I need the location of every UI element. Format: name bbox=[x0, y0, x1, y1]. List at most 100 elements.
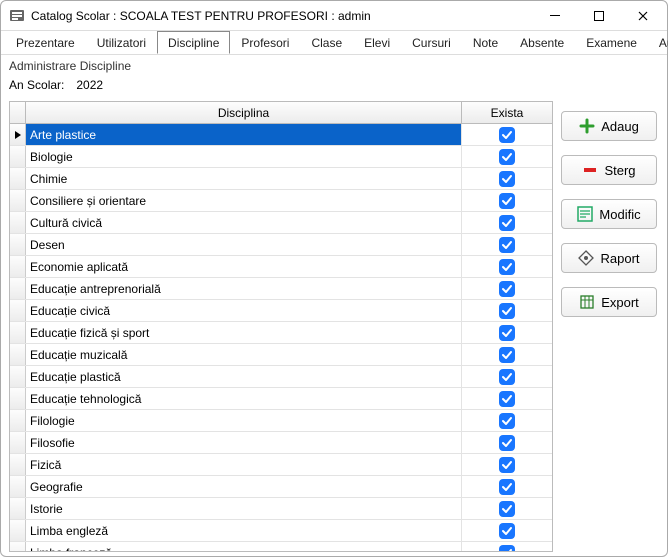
check-icon[interactable] bbox=[499, 413, 515, 429]
table-row[interactable]: Filosofie bbox=[10, 432, 552, 454]
export-label: Export bbox=[601, 295, 639, 310]
row-indicator bbox=[10, 124, 26, 145]
menu-item-absente[interactable]: Absente bbox=[509, 31, 575, 54]
table-row[interactable]: Chimie bbox=[10, 168, 552, 190]
table-row[interactable]: Economie aplicată bbox=[10, 256, 552, 278]
check-icon[interactable] bbox=[499, 259, 515, 275]
row-indicator bbox=[10, 212, 26, 233]
check-icon[interactable] bbox=[499, 215, 515, 231]
menu-item-utilizatori[interactable]: Utilizatori bbox=[86, 31, 157, 54]
header-disciplina[interactable]: Disciplina bbox=[26, 102, 462, 123]
grid-header: Disciplina Exista bbox=[10, 102, 552, 124]
year-label: An Scolar: bbox=[9, 78, 64, 92]
check-icon[interactable] bbox=[499, 523, 515, 539]
cell-disciplina: Limba engleză bbox=[26, 520, 462, 541]
menu-item-profesori[interactable]: Profesori bbox=[230, 31, 300, 54]
cell-disciplina: Educație fizică și sport bbox=[26, 322, 462, 343]
check-icon[interactable] bbox=[499, 149, 515, 165]
check-icon[interactable] bbox=[499, 127, 515, 143]
check-icon[interactable] bbox=[499, 347, 515, 363]
grid-body[interactable]: Arte plasticeBiologieChimieConsiliere și… bbox=[10, 124, 552, 551]
table-row[interactable]: Educație civică bbox=[10, 300, 552, 322]
export-button[interactable]: Export bbox=[561, 287, 657, 317]
table-row[interactable]: Desen bbox=[10, 234, 552, 256]
menu-item-clase[interactable]: Clase bbox=[300, 31, 353, 54]
table-row[interactable]: Biologie bbox=[10, 146, 552, 168]
cell-exista bbox=[462, 454, 552, 475]
minus-icon bbox=[582, 162, 598, 178]
check-icon[interactable] bbox=[499, 237, 515, 253]
row-indicator bbox=[10, 542, 26, 551]
app-icon bbox=[9, 8, 25, 24]
cell-exista bbox=[462, 278, 552, 299]
report-button[interactable]: Raport bbox=[561, 243, 657, 273]
table-row[interactable]: Educație tehnologică bbox=[10, 388, 552, 410]
check-icon[interactable] bbox=[499, 479, 515, 495]
check-icon[interactable] bbox=[499, 501, 515, 517]
cell-exista bbox=[462, 388, 552, 409]
check-icon[interactable] bbox=[499, 325, 515, 341]
check-icon[interactable] bbox=[499, 457, 515, 473]
cell-disciplina: Educație antreprenorială bbox=[26, 278, 462, 299]
grid-wrap: Disciplina Exista Arte plasticeBiologieC… bbox=[1, 101, 557, 558]
menu-item-prezentare[interactable]: Prezentare bbox=[5, 31, 86, 54]
cell-exista bbox=[462, 498, 552, 519]
modify-button[interactable]: Modific bbox=[561, 199, 657, 229]
minimize-button[interactable] bbox=[533, 2, 577, 30]
table-row[interactable]: Consiliere și orientare bbox=[10, 190, 552, 212]
table-row[interactable]: Educație plastică bbox=[10, 366, 552, 388]
cell-disciplina: Filosofie bbox=[26, 432, 462, 453]
year-row: An Scolar: 2022 bbox=[1, 73, 667, 101]
check-icon[interactable] bbox=[499, 303, 515, 319]
table-row[interactable]: Geografie bbox=[10, 476, 552, 498]
table-row[interactable]: Cultură civică bbox=[10, 212, 552, 234]
row-indicator bbox=[10, 498, 26, 519]
menu-item-note[interactable]: Note bbox=[462, 31, 509, 54]
row-indicator bbox=[10, 476, 26, 497]
table-row[interactable]: Limba franceză bbox=[10, 542, 552, 551]
cell-disciplina: Educație muzicală bbox=[26, 344, 462, 365]
cell-exista bbox=[462, 212, 552, 233]
header-exista[interactable]: Exista bbox=[462, 102, 552, 123]
table-row[interactable]: Fizică bbox=[10, 454, 552, 476]
window-title: Catalog Scolar : SCOALA TEST PENTRU PROF… bbox=[31, 9, 371, 23]
cell-disciplina: Istorie bbox=[26, 498, 462, 519]
row-indicator bbox=[10, 256, 26, 277]
table-row[interactable]: Educație fizică și sport bbox=[10, 322, 552, 344]
titlebar: Catalog Scolar : SCOALA TEST PENTRU PROF… bbox=[1, 1, 667, 31]
delete-button[interactable]: Sterg bbox=[561, 155, 657, 185]
close-button[interactable] bbox=[621, 2, 665, 30]
add-button[interactable]: Adaug bbox=[561, 111, 657, 141]
cell-disciplina: Educație civică bbox=[26, 300, 462, 321]
check-icon[interactable] bbox=[499, 193, 515, 209]
cell-disciplina: Consiliere și orientare bbox=[26, 190, 462, 211]
year-combo[interactable]: 2022 bbox=[72, 75, 152, 95]
cell-disciplina: Educație tehnologică bbox=[26, 388, 462, 409]
check-icon[interactable] bbox=[499, 545, 515, 552]
menu-item-audit[interactable]: Audit bbox=[648, 31, 668, 54]
check-icon[interactable] bbox=[499, 391, 515, 407]
cell-exista bbox=[462, 542, 552, 551]
menu-item-discipline[interactable]: Discipline bbox=[157, 31, 230, 54]
check-icon[interactable] bbox=[499, 171, 515, 187]
table-row[interactable]: Limba engleză bbox=[10, 520, 552, 542]
table-row[interactable]: Educație antreprenorială bbox=[10, 278, 552, 300]
grid: Disciplina Exista Arte plasticeBiologieC… bbox=[9, 101, 553, 552]
row-indicator bbox=[10, 146, 26, 167]
menu-item-elevi[interactable]: Elevi bbox=[353, 31, 401, 54]
table-row[interactable]: Arte plastice bbox=[10, 124, 552, 146]
row-indicator bbox=[10, 520, 26, 541]
maximize-button[interactable] bbox=[577, 2, 621, 30]
check-icon[interactable] bbox=[499, 281, 515, 297]
cell-exista bbox=[462, 234, 552, 255]
check-icon[interactable] bbox=[499, 369, 515, 385]
menu-item-cursuri[interactable]: Cursuri bbox=[401, 31, 462, 54]
cell-exista bbox=[462, 476, 552, 497]
table-row[interactable]: Educație muzicală bbox=[10, 344, 552, 366]
table-row[interactable]: Filologie bbox=[10, 410, 552, 432]
menu-item-examene[interactable]: Examene bbox=[575, 31, 648, 54]
check-icon[interactable] bbox=[499, 435, 515, 451]
cell-exista bbox=[462, 410, 552, 431]
cell-exista bbox=[462, 124, 552, 145]
table-row[interactable]: Istorie bbox=[10, 498, 552, 520]
